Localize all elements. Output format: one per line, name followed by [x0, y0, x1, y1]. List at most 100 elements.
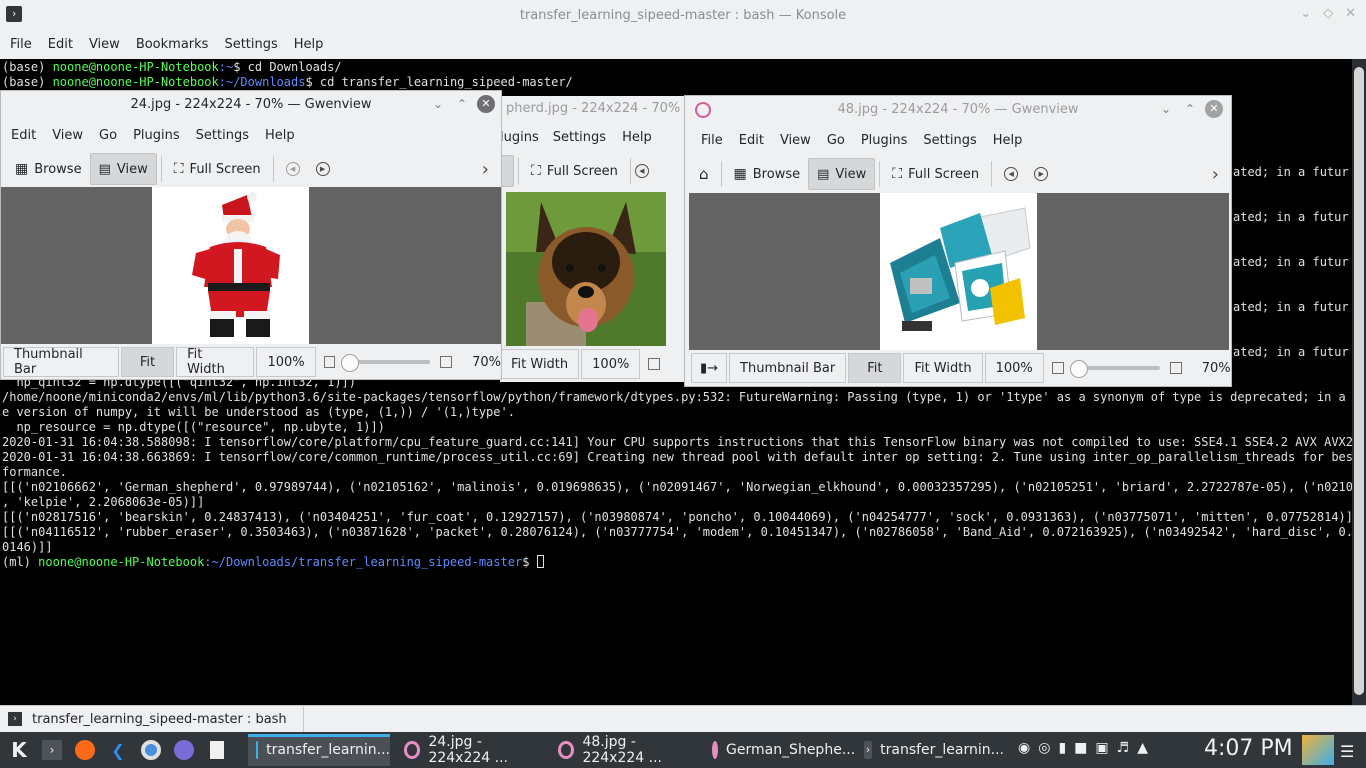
kde-menu-icon[interactable]: K: [4, 735, 34, 765]
minimize-button[interactable]: ⌄: [429, 95, 447, 113]
view-button[interactable]: [500, 155, 514, 187]
desktop-pager-icon[interactable]: [1302, 735, 1334, 765]
text-editor-icon[interactable]: [202, 735, 232, 765]
task-gwenview-24[interactable]: 24.jpg - 224x224 ...: [396, 734, 548, 766]
menu-edit[interactable]: Edit: [3, 128, 44, 143]
titlebar[interactable]: 48.jpg - 224x224 - 70% — Gwenview ⌄ ⌃ ✕: [685, 96, 1231, 124]
menu-settings[interactable]: Settings: [915, 133, 984, 148]
view-button[interactable]: ▤ View: [89, 153, 157, 185]
zoom-out-icon[interactable]: [648, 358, 661, 370]
thumbnail-bar-button[interactable]: Thumbnail Bar: [3, 347, 119, 377]
firefox-icon[interactable]: [70, 735, 100, 765]
menu-edit[interactable]: Edit: [731, 133, 772, 148]
minimize-button[interactable]: ⌄: [1157, 100, 1175, 118]
fit-width-button[interactable]: Fit Width: [500, 349, 580, 379]
close-button[interactable]: ✕: [477, 95, 495, 113]
menu-go[interactable]: Go: [819, 133, 853, 148]
zoom-out-icon[interactable]: [1051, 362, 1064, 374]
menu-view[interactable]: View: [44, 128, 91, 143]
fit-button[interactable]: Fit: [848, 353, 902, 383]
task-gwenview-shepherd[interactable]: German_Shephe...: [704, 734, 855, 766]
zoom-slider[interactable]: [341, 354, 431, 372]
next-icon[interactable]: ▶: [315, 162, 330, 176]
close-button[interactable]: ✕: [1345, 6, 1356, 21]
image-canvas[interactable]: [506, 192, 666, 346]
fit-width-button[interactable]: Fit Width: [903, 353, 983, 383]
previous-icon[interactable]: ◀: [1004, 167, 1019, 181]
tray-expand-icon[interactable]: ▲: [1137, 740, 1148, 756]
gwenview-window-santa[interactable]: 24.jpg - 224x224 - 70% — Gwenview ⌄ ⌃ ✕ …: [0, 90, 502, 380]
battery-icon[interactable]: ▮: [1058, 740, 1066, 756]
menu-view[interactable]: View: [772, 133, 819, 148]
sidebar-toggle-button[interactable]: ▮→: [691, 353, 728, 383]
menu-help[interactable]: Help: [286, 37, 332, 52]
menu-help[interactable]: Help: [985, 133, 1031, 148]
zoom-in-icon[interactable]: [1169, 362, 1182, 374]
updates-icon[interactable]: ◉: [1018, 740, 1030, 756]
browse-button[interactable]: ▦ Browse: [7, 153, 90, 185]
view-button[interactable]: ▤ View: [808, 158, 876, 190]
menu-file[interactable]: File: [701, 133, 731, 148]
home-button[interactable]: ⌂: [691, 158, 717, 190]
gwenview-window-arduino[interactable]: 48.jpg - 224x224 - 70% — Gwenview ⌄ ⌃ ✕ …: [684, 95, 1232, 387]
menu-settings[interactable]: Settings: [216, 37, 285, 52]
fit-button[interactable]: Fit: [120, 347, 175, 377]
task-terminal[interactable]: › transfer_learnin...: [856, 734, 1004, 766]
volume-icon[interactable]: ♬: [1117, 740, 1130, 756]
menu-plugins[interactable]: Plugins: [125, 128, 188, 143]
zoom-out-icon[interactable]: [323, 356, 336, 368]
previous-icon[interactable]: ◀: [634, 164, 649, 178]
zoom-slider[interactable]: [1069, 360, 1160, 378]
chevron-right-icon[interactable]: ›: [1212, 164, 1219, 185]
thumbnail-bar-button[interactable]: Thumbnail Bar: [729, 353, 847, 383]
terminal-scrollbar[interactable]: [1352, 59, 1366, 705]
previous-icon[interactable]: ◀: [285, 162, 300, 176]
zoom-100-button[interactable]: 100%: [256, 347, 316, 377]
browse-button[interactable]: ▦ Browse: [726, 158, 809, 190]
lock-icon[interactable]: ■: [1074, 740, 1087, 756]
menu-help[interactable]: Help: [614, 130, 660, 145]
maximize-button[interactable]: ⌃: [1181, 100, 1199, 118]
zoom-100-button[interactable]: 100%: [984, 353, 1044, 383]
media-player-icon[interactable]: [169, 735, 199, 765]
menu-view[interactable]: View: [81, 37, 128, 52]
gwenview-window-dog[interactable]: pherd.jpg - 224x224 - 70% lugins Setting…: [500, 96, 690, 382]
task-gwenview-48[interactable]: 48.jpg - 224x224 ...: [550, 734, 702, 766]
hamburger-icon[interactable]: ☰: [1340, 742, 1354, 761]
menu-go[interactable]: Go: [91, 128, 125, 143]
chevron-right-icon[interactable]: ›: [482, 159, 489, 180]
maximize-button[interactable]: ⌃: [453, 95, 471, 113]
minimize-button[interactable]: ⌄: [1300, 6, 1311, 21]
konsole-titlebar[interactable]: › transfer_learning_sipeed-master : bash…: [0, 0, 1366, 30]
wifi-icon[interactable]: ◎: [1038, 740, 1050, 756]
full-screen-button[interactable]: ⛶ Full Screen: [884, 158, 987, 190]
menu-help[interactable]: Help: [257, 128, 303, 143]
image-canvas[interactable]: [1, 187, 501, 344]
next-icon[interactable]: ▶: [1034, 167, 1049, 181]
maximize-button[interactable]: ◇: [1323, 6, 1333, 21]
menu-settings[interactable]: Settings: [545, 130, 614, 145]
menu-edit[interactable]: Edit: [40, 37, 81, 52]
scrollbar-thumb[interactable]: [1354, 67, 1364, 695]
menu-plugins[interactable]: lugins: [500, 130, 545, 145]
titlebar[interactable]: 24.jpg - 224x224 - 70% — Gwenview ⌄ ⌃ ✕: [1, 91, 501, 119]
fit-width-button[interactable]: Fit Width: [176, 347, 255, 377]
terminal-launcher-icon[interactable]: ›: [37, 735, 67, 765]
clock[interactable]: 4:07 PM: [1204, 736, 1293, 761]
menu-plugins[interactable]: Plugins: [853, 133, 916, 148]
menu-settings[interactable]: Settings: [188, 128, 257, 143]
zoom-in-icon[interactable]: [440, 356, 453, 368]
image-canvas[interactable]: [689, 193, 1229, 350]
clipboard-icon[interactable]: ▣: [1095, 740, 1108, 756]
chrome-icon[interactable]: [136, 735, 166, 765]
vscode-icon[interactable]: ❮: [103, 735, 133, 765]
santa-image: [152, 187, 309, 344]
menu-bookmarks[interactable]: Bookmarks: [128, 37, 217, 52]
zoom-100-button[interactable]: 100%: [581, 349, 641, 379]
full-screen-button[interactable]: ⛶ Full Screen: [523, 155, 626, 187]
full-screen-button[interactable]: ⛶ Full Screen: [166, 153, 269, 185]
menu-file[interactable]: File: [2, 37, 40, 52]
close-button[interactable]: ✕: [1205, 100, 1223, 118]
konsole-tab[interactable]: › transfer_learning_sipeed-master : bash: [0, 706, 304, 732]
task-konsole[interactable]: transfer_learnin...: [248, 734, 390, 766]
